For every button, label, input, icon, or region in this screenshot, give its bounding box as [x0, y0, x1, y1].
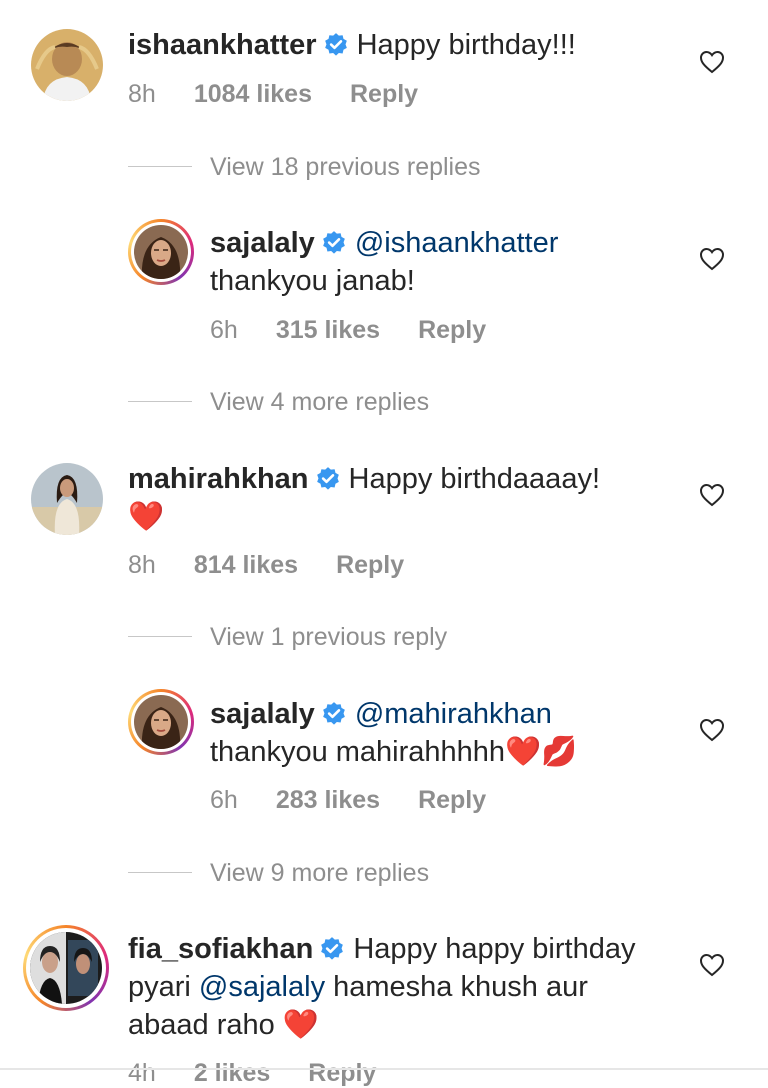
reply-button[interactable]: Reply	[418, 315, 486, 345]
heart-outline-icon[interactable]	[699, 718, 725, 742]
comment-body: hamesha khush aur	[333, 971, 588, 1003]
verified-badge-icon	[322, 231, 345, 254]
reply-button[interactable]: Reply	[350, 79, 418, 109]
comment-text: sajalaly @ishaankhatter thankyou janab!	[210, 224, 690, 300]
verified-badge-icon	[316, 467, 339, 490]
comment-text: sajalaly @mahirahkhan thankyou mahirahhhhh…	[210, 695, 690, 771]
divider-line	[128, 401, 192, 402]
view-replies-link[interactable]: View 4 more replies	[210, 387, 429, 417]
comment-meta: 8h 1084 likes Reply	[128, 79, 418, 109]
timestamp: 6h	[210, 316, 238, 344]
reply-button[interactable]: Reply	[418, 785, 486, 815]
comment-text: ishaankhatter Happy birthday!!!	[128, 26, 688, 64]
username[interactable]: fia_sofiakhan	[128, 933, 313, 965]
username[interactable]: ishaankhatter	[128, 29, 317, 61]
heart-emoji: ❤️	[282, 1009, 319, 1041]
heart-outline-icon[interactable]	[699, 50, 725, 74]
heart-emoji: ❤️	[128, 501, 165, 533]
username[interactable]: mahirahkhan	[128, 463, 309, 495]
likes-count[interactable]: 814 likes	[194, 550, 298, 580]
timestamp: 4h	[128, 1059, 156, 1087]
comment-body: abaad raho	[128, 1009, 275, 1041]
avatar-mahirahkhan[interactable]	[31, 463, 103, 535]
timestamp: 6h	[210, 786, 238, 814]
username[interactable]: sajalaly	[210, 227, 315, 259]
heart-outline-icon[interactable]	[699, 483, 725, 507]
heart-outline-icon[interactable]	[699, 953, 725, 977]
heart-kiss-emoji: ❤️💋	[505, 736, 578, 768]
mention-link[interactable]: @mahirahkhan	[355, 698, 552, 730]
timestamp: 8h	[128, 80, 156, 108]
likes-count[interactable]: 2 likes	[194, 1058, 270, 1088]
comment-body: Happy birthdaaaay!	[348, 463, 601, 495]
comment-body: pyari	[128, 971, 191, 1003]
verified-badge-icon	[324, 33, 347, 56]
comment-text: mahirahkhan Happy birthdaaaay! ❤️	[128, 460, 688, 536]
reply-button[interactable]: Reply	[336, 550, 404, 580]
comment-meta: 6h 283 likes Reply	[210, 785, 486, 815]
avatar-sajalaly[interactable]	[134, 225, 188, 279]
divider-line	[128, 166, 192, 167]
view-replies-link[interactable]: View 18 previous replies	[210, 152, 481, 182]
comment-body: thankyou mahirahhhhh	[210, 736, 506, 768]
divider-line	[128, 636, 192, 637]
comment-body: Happy birthday!!!	[356, 29, 576, 61]
mention-link[interactable]: @sajalaly	[199, 971, 325, 1003]
mention-link[interactable]: @ishaankhatter	[355, 227, 559, 259]
verified-badge-icon	[322, 702, 345, 725]
likes-count[interactable]: 283 likes	[276, 785, 380, 815]
verified-badge-icon	[321, 937, 344, 960]
likes-count[interactable]: 315 likes	[276, 315, 380, 345]
view-replies-link[interactable]: View 9 more replies	[210, 858, 429, 888]
comment-body: thankyou janab!	[210, 265, 415, 297]
avatar-fia-sofiakhan[interactable]	[30, 932, 102, 1004]
comment-meta: 6h 315 likes Reply	[210, 315, 486, 345]
view-replies-link[interactable]: View 1 previous reply	[210, 622, 447, 652]
likes-count[interactable]: 1084 likes	[194, 79, 312, 109]
heart-outline-icon[interactable]	[699, 247, 725, 271]
bottom-divider	[0, 1068, 768, 1070]
comment-meta: 4h 2 likes Reply	[128, 1058, 376, 1088]
divider-line	[128, 872, 192, 873]
comment-text: fia_sofiakhan Happy happy birthday pyari @…	[128, 930, 688, 1044]
avatar-ishaankhatter[interactable]	[31, 29, 103, 101]
comment-meta: 8h 814 likes Reply	[128, 550, 404, 580]
timestamp: 8h	[128, 551, 156, 579]
avatar-sajalaly[interactable]	[134, 695, 188, 749]
username[interactable]: sajalaly	[210, 698, 315, 730]
reply-button[interactable]: Reply	[308, 1058, 376, 1088]
comment-body: Happy happy birthday	[353, 933, 636, 965]
